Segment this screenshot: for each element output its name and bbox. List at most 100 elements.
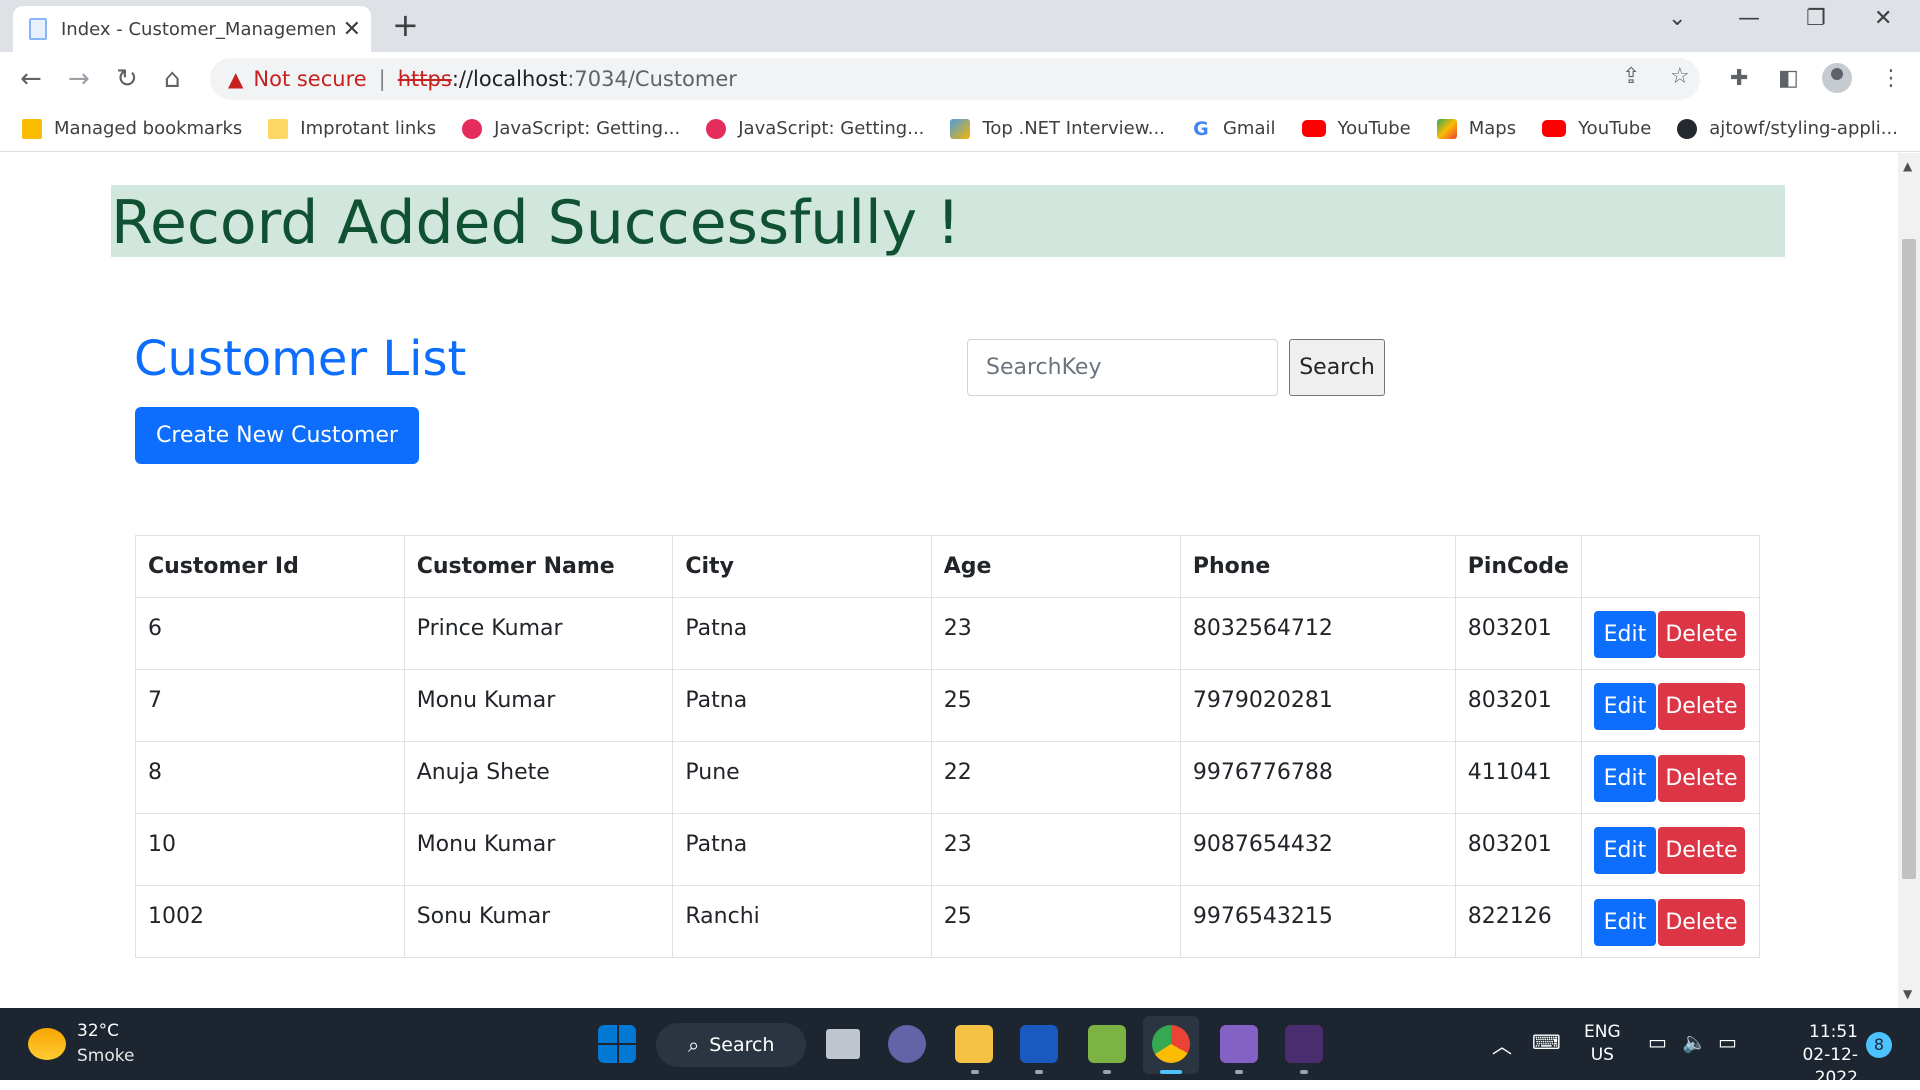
extensions-puzzle-icon[interactable]: ✚	[1730, 66, 1748, 91]
cell-customer-name: Monu Kumar	[403, 813, 674, 886]
restore-icon[interactable]: ❐	[1806, 6, 1826, 31]
notification-badge[interactable]: 8	[1866, 1032, 1892, 1058]
side-panel-icon[interactable]: ◧	[1778, 66, 1799, 91]
edit-button[interactable]: Edit	[1593, 611, 1656, 658]
address-bar[interactable]: ▲ Not secure | https://localhost:7034/Cu…	[210, 58, 1700, 100]
browser-menu-icon[interactable]: ⋮	[1880, 66, 1902, 91]
delete-button[interactable]: Delete	[1657, 683, 1745, 730]
bookmark-maps[interactable]: Maps	[1436, 118, 1517, 139]
browser-tab-bar: Index - Customer_Management_ ✕ + ⌄ — ❐ ✕	[0, 0, 1920, 52]
google-icon: G	[1193, 117, 1209, 140]
bookmark-label: YouTube	[1578, 118, 1652, 139]
edit-button[interactable]: Edit	[1593, 899, 1656, 946]
bookmark-important-links[interactable]: Improtant links	[268, 118, 436, 139]
delete-button[interactable]: Delete	[1657, 755, 1745, 802]
cell-actions: Edit Delete	[1580, 885, 1761, 958]
reload-icon[interactable]: ↻	[116, 62, 138, 96]
weather-description[interactable]: Smoke	[77, 1046, 134, 1066]
cell-customer-name: Anuja Shete	[403, 741, 674, 814]
running-indicator	[1235, 1070, 1243, 1074]
visual-studio-icon[interactable]	[1220, 1025, 1258, 1063]
bookmark-javascript-2[interactable]: JavaScript: Getting...	[706, 118, 924, 139]
network-icon[interactable]: ▭	[1648, 1030, 1667, 1054]
tab-title: Index - Customer_Management_	[61, 18, 335, 40]
cell-pincode: 822126	[1454, 885, 1582, 958]
table-header-row: Customer Id Customer Name City Age Phone…	[135, 535, 1761, 598]
minimize-icon[interactable]: —	[1738, 6, 1760, 31]
teams-chat-icon[interactable]	[888, 1025, 926, 1063]
taskbar-search-label: Search	[709, 1034, 775, 1056]
page-favicon-icon	[29, 18, 47, 40]
tray-chevron-up-icon[interactable]: ︿	[1492, 1030, 1512, 1059]
edit-button[interactable]: Edit	[1593, 827, 1656, 874]
bookmark-gmail[interactable]: G Gmail	[1191, 117, 1276, 140]
excel-icon[interactable]	[1088, 1025, 1126, 1063]
running-indicator	[1300, 1070, 1308, 1074]
cell-phone: 8032564712	[1179, 597, 1456, 670]
bookmark-youtube-1[interactable]: YouTube	[1301, 118, 1411, 139]
cell-actions: Edit Delete	[1580, 669, 1761, 742]
volume-icon[interactable]: 🔈	[1682, 1030, 1707, 1054]
language-indicator[interactable]: ENG US	[1584, 1021, 1621, 1067]
cell-city: Pune	[672, 741, 932, 814]
chrome-icon[interactable]	[1152, 1025, 1190, 1063]
security-label[interactable]: Not secure	[253, 67, 366, 91]
bookmark-label: Gmail	[1222, 118, 1276, 139]
cell-phone: 9087654432	[1179, 813, 1456, 886]
keyboard-icon[interactable]: ⌨	[1532, 1030, 1561, 1054]
cell-customer-name: Prince Kumar	[403, 597, 674, 670]
close-window-icon[interactable]: ✕	[1874, 6, 1892, 31]
cell-phone: 7979020281	[1179, 669, 1456, 742]
warning-triangle-icon: ▲	[228, 67, 244, 91]
header-customer-id: Customer Id	[135, 535, 405, 598]
language-code: ENG	[1584, 1022, 1621, 1042]
edit-button[interactable]: Edit	[1593, 755, 1656, 802]
scroll-down-arrow-icon[interactable]: ▼	[1903, 987, 1912, 1001]
weather-temperature[interactable]: 32°C	[77, 1021, 119, 1041]
delete-button[interactable]: Delete	[1657, 611, 1745, 658]
bookmark-managed[interactable]: Managed bookmarks	[22, 118, 242, 139]
profile-avatar-icon[interactable]	[1822, 63, 1852, 93]
bookmark-youtube-2[interactable]: YouTube	[1542, 118, 1651, 139]
task-view-icon[interactable]	[826, 1029, 860, 1059]
taskbar-search-button[interactable]: ⌕ Search	[656, 1023, 806, 1067]
share-icon[interactable]: ⇪	[1622, 64, 1640, 89]
search-button[interactable]: Search	[1289, 339, 1385, 396]
table-row: 10 Monu Kumar Patna 23 9087654432 803201…	[135, 813, 1761, 886]
home-icon[interactable]: ⌂	[164, 62, 181, 96]
cell-age: 22	[930, 741, 1181, 814]
page-scrollbar[interactable]: ▲ ▼	[1898, 153, 1920, 1008]
weather-sun-icon[interactable]	[28, 1028, 66, 1060]
new-tab-button[interactable]: +	[392, 8, 419, 42]
tab-close-icon[interactable]: ✕	[343, 17, 361, 42]
bookmark-github[interactable]: ajtowf/styling-appli...	[1677, 118, 1898, 139]
scroll-thumb[interactable]	[1902, 239, 1916, 879]
search-input[interactable]	[967, 339, 1278, 396]
bookmark-label: Maps	[1468, 118, 1517, 139]
cell-customer-id: 10	[135, 813, 405, 886]
tab-search-chevron-icon[interactable]: ⌄	[1668, 6, 1686, 31]
windows-start-icon[interactable]	[598, 1025, 636, 1063]
browser-toolbar: ← → ↻ ⌂ ▲ Not secure | https://localhost…	[0, 52, 1920, 106]
bookmark-dotnet[interactable]: Top .NET Interview...	[950, 118, 1165, 139]
address-separator: |	[378, 67, 386, 91]
cell-city: Ranchi	[672, 885, 932, 958]
bookmark-javascript-1[interactable]: JavaScript: Getting...	[462, 118, 680, 139]
word-icon[interactable]	[1020, 1025, 1058, 1063]
create-new-customer-button[interactable]: Create New Customer	[135, 407, 419, 464]
bookmark-star-icon[interactable]: ☆	[1670, 64, 1690, 89]
running-indicator	[971, 1070, 979, 1074]
back-arrow-icon[interactable]: ←	[20, 62, 42, 96]
file-explorer-icon[interactable]	[955, 1025, 993, 1063]
edit-button[interactable]: Edit	[1593, 683, 1656, 730]
bookmark-label: JavaScript: Getting...	[738, 118, 925, 139]
delete-button[interactable]: Delete	[1657, 827, 1745, 874]
forward-arrow-icon[interactable]: →	[68, 62, 90, 96]
battery-icon[interactable]: ▭	[1718, 1030, 1737, 1054]
scroll-up-arrow-icon[interactable]: ▲	[1903, 159, 1912, 173]
browser-tab[interactable]: Index - Customer_Management_ ✕	[13, 6, 371, 52]
header-city: City	[672, 535, 932, 598]
delete-button[interactable]: Delete	[1657, 899, 1745, 946]
table-row: 8 Anuja Shete Pune 22 9976776788 411041 …	[135, 741, 1761, 814]
terminal-icon[interactable]	[1285, 1025, 1323, 1063]
